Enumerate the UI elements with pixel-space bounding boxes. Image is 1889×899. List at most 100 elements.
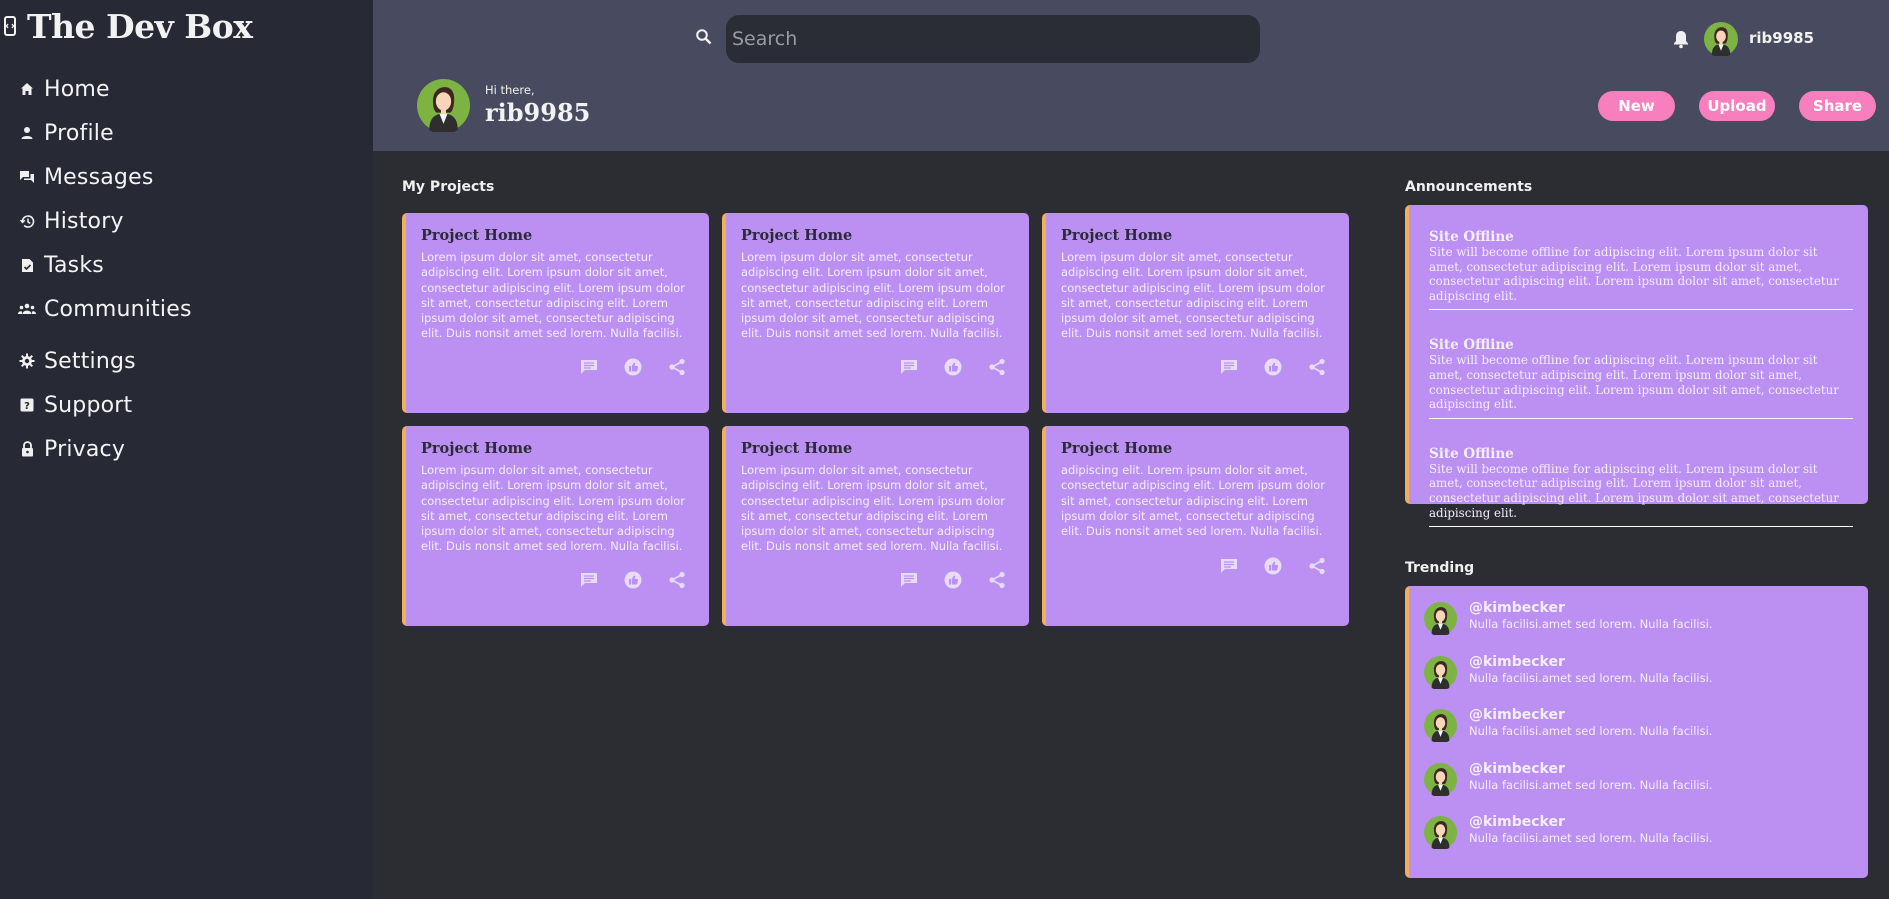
project-card-text: Lorem ipsum dolor sit amet, consectetur …	[1061, 250, 1325, 341]
sidebar-item-label: Privacy	[44, 436, 126, 462]
project-card-text: Lorem ipsum dolor sit amet, consectetur …	[741, 463, 1005, 554]
lock-icon	[18, 440, 36, 458]
share-icon[interactable]	[987, 357, 1007, 377]
like-icon[interactable]	[623, 357, 643, 377]
announcement-text: Site will become offline for adipiscing …	[1429, 353, 1839, 412]
task-icon	[18, 256, 36, 274]
project-card-title: Project Home	[1061, 440, 1173, 457]
project-card-actions	[579, 570, 687, 590]
like-icon[interactable]	[623, 570, 643, 590]
sidebar-item-support[interactable]: ? Support	[0, 383, 373, 427]
trending-handle[interactable]: @kimbecker	[1469, 814, 1712, 830]
share-icon[interactable]	[987, 570, 1007, 590]
sidebar-item-profile[interactable]: Profile	[0, 111, 373, 155]
sidebar-item-messages[interactable]: Messages	[0, 155, 373, 199]
announcement-text: Site will become offline for adipiscing …	[1429, 461, 1839, 520]
project-card[interactable]: Project Home Lorem ipsum dolor sit amet, …	[402, 426, 709, 626]
announcements-panel: Site Offline Site will become offline fo…	[1405, 205, 1868, 528]
avatar[interactable]	[1424, 762, 1457, 797]
header-username[interactable]: rib9985	[1749, 29, 1814, 47]
person-icon	[18, 124, 36, 142]
avatar[interactable]	[1704, 22, 1738, 58]
share-icon[interactable]	[1307, 357, 1327, 377]
comment-icon[interactable]	[1219, 556, 1239, 576]
avatar[interactable]	[1424, 602, 1457, 637]
trending-item[interactable]: @kimbecker Nulla facilisi.amet sed lorem.…	[1424, 600, 1868, 654]
greeting-text: Hi there,	[485, 83, 535, 97]
brand[interactable]: The Dev Box	[0, 2, 253, 50]
greeting-username: rib9985	[485, 98, 591, 127]
project-card[interactable]: Project Home Lorem ipsum dolor sit amet, …	[722, 426, 1029, 626]
trending-handle[interactable]: @kimbecker	[1469, 654, 1712, 670]
gear-icon	[18, 352, 36, 370]
top-header: rib9985 Hi there, rib9985 New Upload Sha…	[373, 0, 1889, 151]
help-icon: ?	[18, 396, 36, 414]
trending-text: Nulla facilisi.amet sed lorem. Nulla fac…	[1469, 617, 1713, 631]
brand-title: The Dev Box	[27, 6, 253, 46]
project-card[interactable]: Project Home Lorem ipsum dolor sit amet, …	[402, 213, 709, 413]
avatar[interactable]	[1424, 709, 1457, 744]
trending-text: Nulla facilisi.amet sed lorem. Nulla fac…	[1469, 724, 1713, 738]
comment-icon[interactable]	[1219, 357, 1239, 377]
trending-handle[interactable]: @kimbecker	[1469, 707, 1712, 723]
projects-section-title: My Projects	[402, 179, 495, 195]
announcement-text: Site will become offline for adipiscing …	[1429, 245, 1839, 303]
new-button[interactable]: New	[1598, 91, 1675, 121]
like-icon[interactable]	[943, 357, 963, 377]
announcement-title: Site Offline	[1429, 337, 1514, 354]
sidebar-item-history[interactable]: History	[0, 199, 373, 243]
trending-item[interactable]: @kimbecker Nulla facilisi.amet sed lorem.…	[1424, 814, 1868, 868]
announcements-section-title: Announcements	[1405, 179, 1533, 195]
search-input[interactable]	[726, 15, 1260, 63]
avatar[interactable]	[1424, 655, 1457, 690]
sidebar-item-privacy[interactable]: Privacy	[0, 427, 373, 471]
sidebar-item-label: Profile	[44, 120, 114, 146]
upload-button[interactable]: Upload	[1699, 91, 1775, 121]
project-card-text: Lorem ipsum dolor sit amet, consectetur …	[421, 250, 685, 341]
trending-handle[interactable]: @kimbecker	[1469, 600, 1712, 616]
comment-icon[interactable]	[899, 357, 919, 377]
project-card[interactable]: Project Home Lorem ipsum dolor sit amet, …	[1042, 213, 1349, 413]
history-icon	[18, 212, 36, 230]
trending-item[interactable]: @kimbecker Nulla facilisi.amet sed lorem.…	[1424, 654, 1868, 708]
messages-icon	[18, 168, 36, 186]
project-card[interactable]: Project Home adipiscing elit. Lorem ipsum…	[1042, 426, 1349, 626]
search-icon[interactable]	[695, 28, 713, 46]
like-icon[interactable]	[1263, 556, 1283, 576]
announcement-item[interactable]: Site Offline Site will become offline fo…	[1429, 229, 1853, 311]
share-icon[interactable]	[667, 570, 687, 590]
sidebar-item-label: Support	[44, 392, 133, 418]
trending-item[interactable]: @kimbecker Nulla facilisi.amet sed lorem.…	[1424, 761, 1868, 815]
trending-handle[interactable]: @kimbecker	[1469, 761, 1712, 777]
sidebar-item-label: Home	[44, 76, 110, 102]
avatar[interactable]	[1424, 816, 1457, 851]
project-card-title: Project Home	[1061, 227, 1173, 244]
comment-icon[interactable]	[579, 570, 599, 590]
project-card[interactable]: Project Home Lorem ipsum dolor sit amet, …	[722, 213, 1029, 413]
bell-icon[interactable]	[1672, 29, 1690, 49]
like-icon[interactable]	[943, 570, 963, 590]
profile-avatar[interactable]	[417, 79, 470, 135]
announcement-item[interactable]: Site Offline Site will become offline fo…	[1429, 445, 1853, 528]
sidebar-item-tasks[interactable]: Tasks	[0, 243, 373, 287]
trending-section-title: Trending	[1405, 560, 1475, 576]
project-card-actions	[899, 357, 1007, 377]
share-icon[interactable]	[667, 357, 687, 377]
sidebar-item-label: Tasks	[44, 252, 104, 278]
trending-text: Nulla facilisi.amet sed lorem. Nulla fac…	[1469, 670, 1713, 685]
sidebar-item-label: Settings	[44, 348, 136, 374]
announcement-item[interactable]: Site Offline Site will become offline fo…	[1429, 337, 1853, 419]
comment-icon[interactable]	[899, 570, 919, 590]
like-icon[interactable]	[1263, 357, 1283, 377]
announcement-title: Site Offline	[1429, 445, 1514, 462]
sidebar-item-settings[interactable]: Settings	[0, 339, 373, 383]
sidebar-item-communities[interactable]: Communities	[0, 287, 373, 331]
trending-item[interactable]: @kimbecker Nulla facilisi.amet sed lorem.…	[1424, 707, 1868, 761]
share-icon[interactable]	[1307, 556, 1327, 576]
svg-text:?: ?	[24, 401, 30, 412]
share-button[interactable]: Share	[1799, 91, 1876, 121]
project-card-title: Project Home	[421, 227, 533, 244]
comment-icon[interactable]	[579, 357, 599, 377]
project-card-title: Project Home	[741, 440, 853, 457]
sidebar-item-home[interactable]: Home	[0, 67, 373, 111]
